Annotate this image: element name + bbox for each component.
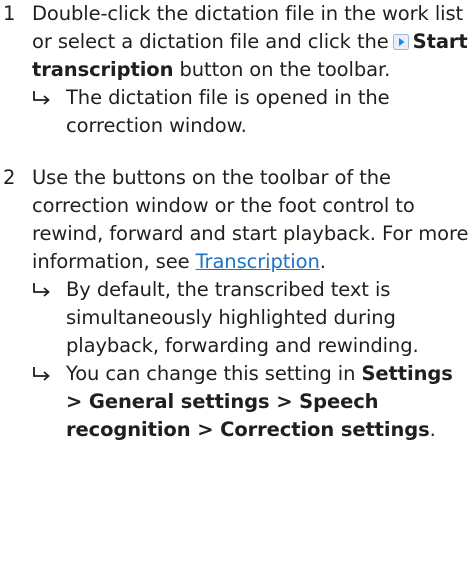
result-text: You can change this setting in bbox=[66, 362, 356, 385]
arrow-right-icon bbox=[32, 84, 56, 106]
step-1: 1 Double-click the dictation file in the… bbox=[0, 0, 474, 140]
result-text: The dictation file is opened in the corr… bbox=[66, 86, 390, 137]
play-icon bbox=[392, 34, 409, 50]
step-text: Double-click the dictation file in the w… bbox=[32, 0, 470, 84]
step-instruction-suffix: button on the toolbar. bbox=[173, 58, 391, 81]
arrow-right-icon bbox=[32, 276, 56, 298]
step-result: The dictation file is opened in the corr… bbox=[32, 84, 470, 140]
transcription-link[interactable]: Transcription bbox=[196, 250, 320, 273]
step-instruction-suffix: . bbox=[319, 250, 326, 273]
step-result: By default, the transcribed text is simu… bbox=[32, 276, 470, 360]
step-number: 2 bbox=[3, 166, 16, 189]
step-number: 1 bbox=[3, 2, 16, 25]
document-body: 1 Double-click the dictation file in the… bbox=[0, 0, 474, 444]
settings-suffix: . bbox=[429, 418, 436, 441]
result-text: By default, the transcribed text is simu… bbox=[66, 278, 419, 357]
step-2: 2 Use the buttons on the toolbar of the … bbox=[0, 164, 474, 444]
step-text: Use the buttons on the toolbar of the co… bbox=[32, 164, 470, 276]
step-result: You can change this setting in Settings … bbox=[32, 360, 470, 444]
arrow-right-icon bbox=[32, 360, 56, 382]
